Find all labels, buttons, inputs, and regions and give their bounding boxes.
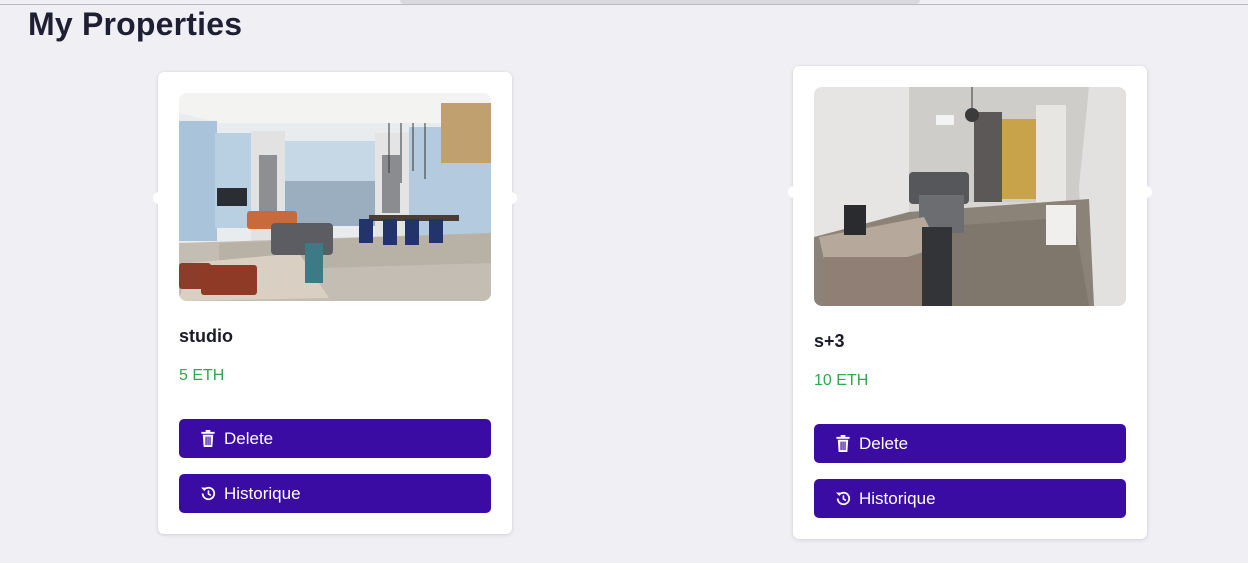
property-price: 10 ETH [814,372,869,389]
property-photo [179,93,491,301]
delete-button-label: Delete [859,433,909,453]
property-card: s+3 10 ETH Delete Historique [788,66,1152,539]
history-button[interactable]: Historique [179,474,491,513]
history-button-label: Historique [224,483,301,503]
delete-button[interactable]: Delete [179,419,491,458]
delete-button-label: Delete [224,428,274,448]
history-icon [200,485,216,503]
delete-button[interactable]: Delete [814,424,1126,463]
card-edge-marker [788,186,800,198]
trash-icon [200,430,216,448]
page-title: My Properties [28,6,243,42]
card-edge-marker [505,192,517,204]
history-button[interactable]: Historique [814,479,1126,518]
property-title: s+3 [814,331,845,351]
property-price: 5 ETH [179,367,225,384]
card-edge-marker [1140,186,1152,198]
history-icon [835,490,851,508]
history-button-label: Historique [859,488,936,508]
trash-icon [835,435,851,453]
browser-tab-strip [400,0,920,4]
card-edge-marker [153,192,165,204]
property-title: studio [179,326,233,346]
property-card: studio 5 ETH Delete Historique [153,72,517,534]
property-photo [814,87,1126,306]
